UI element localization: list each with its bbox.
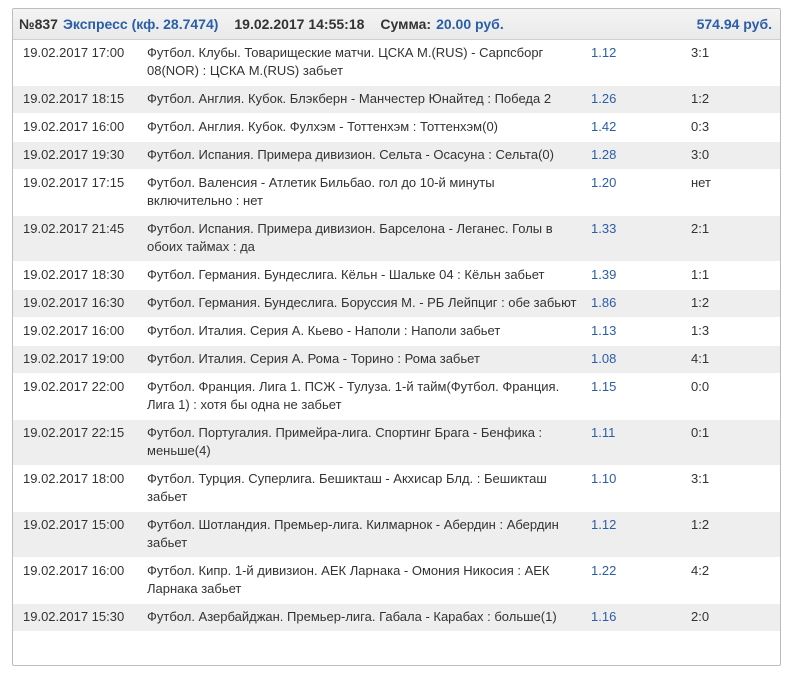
event-date: 19.02.2017 22:15 (23, 425, 125, 440)
event-description: Футбол. Англия. Кубок. Блэкберн - Манчес… (147, 91, 552, 106)
event-score: 3:1 (691, 471, 710, 486)
event-description: Футбол. Шотландия. Премьер-лига. Килмарн… (147, 517, 559, 550)
event-description: Футбол. Валенсия - Атлетик Бильбао. гол … (147, 175, 495, 208)
event-coefficient: 1.33 (591, 221, 617, 236)
event-date: 19.02.2017 18:30 (23, 267, 125, 282)
event-coefficient: 1.08 (591, 351, 617, 366)
event-score: нет (691, 175, 711, 190)
event-coefficient: 1.15 (591, 379, 617, 394)
table-row: 19.02.2017 17:15 Футбол. Валенсия - Атлет… (13, 170, 780, 216)
bet-win-amount: 574.94 руб. (696, 16, 772, 32)
event-score: 4:1 (691, 351, 710, 366)
table-row: 19.02.2017 16:00 Футбол. Италия. Серия А.… (13, 318, 780, 346)
event-score: 2:1 (691, 221, 710, 236)
table-row: 19.02.2017 22:00 Футбол. Франция. Лига 1.… (13, 374, 780, 420)
event-date: 19.02.2017 19:00 (23, 351, 125, 366)
event-description: Футбол. Турция. Суперлига. Бешикташ - Ак… (147, 471, 547, 504)
event-description: Футбол. Италия. Серия А. Кьево - Наполи … (147, 323, 501, 338)
event-score: 1:1 (691, 267, 710, 282)
table-row: 19.02.2017 16:00 Футбол. Англия. Кубок. Ф… (13, 114, 780, 142)
event-description: Футбол. Клубы. Товарищеские матчи. ЦСКА … (147, 45, 544, 78)
event-coefficient: 1.11 (591, 425, 616, 440)
event-date: 19.02.2017 17:00 (23, 45, 125, 60)
event-score: 1:2 (691, 91, 710, 106)
event-description: Футбол. Италия. Серия А. Рома - Торино :… (147, 351, 480, 366)
bet-type[interactable]: Экспресс (кф. 28.7474) (63, 16, 218, 32)
event-date: 19.02.2017 15:30 (23, 609, 125, 624)
event-description: Футбол. Франция. Лига 1. ПСЖ - Тулуза. 1… (147, 379, 560, 412)
event-score: 1:3 (691, 323, 710, 338)
table-row: 19.02.2017 18:00 Футбол. Турция. Суперлиг… (13, 466, 780, 512)
table-row: 19.02.2017 21:45 Футбол. Испания. Примера… (13, 216, 780, 262)
event-score: 3:1 (691, 45, 710, 60)
event-description: Футбол. Германия. Бундеслига. Кёльн - Ша… (147, 267, 545, 282)
event-coefficient: 1.28 (591, 147, 617, 162)
event-coefficient: 1.39 (591, 267, 617, 282)
bet-number: №837 (19, 16, 58, 32)
event-score: 2:0 (691, 609, 710, 624)
event-description: Футбол. Португалия. Примейра-лига. Спорт… (147, 425, 543, 458)
event-coefficient: 1.42 (591, 119, 617, 134)
bet-datetime: 19.02.2017 14:55:18 (234, 16, 365, 32)
bet-sum-value: 20.00 руб. (436, 16, 504, 32)
table-row: 19.02.2017 16:30 Футбол. Германия. Бундес… (13, 290, 780, 318)
event-date: 19.02.2017 16:30 (23, 295, 125, 310)
table-row: 19.02.2017 16:00 Футбол. Кипр. 1-й дивизи… (13, 558, 780, 604)
event-coefficient: 1.13 (591, 323, 617, 338)
table-row: 19.02.2017 17:00 Футбол. Клубы. Товарищес… (13, 40, 780, 86)
event-date: 19.02.2017 19:30 (23, 147, 125, 162)
event-coefficient: 1.20 (591, 175, 617, 190)
event-coefficient: 1.22 (591, 563, 617, 578)
bet-header: №837 Экспресс (кф. 28.7474) 19.02.2017 1… (13, 9, 780, 40)
event-date: 19.02.2017 15:00 (23, 517, 125, 532)
event-coefficient: 1.86 (591, 295, 617, 310)
event-description: Футбол. Испания. Примера дивизион. Барсе… (147, 221, 553, 254)
event-date: 19.02.2017 17:15 (23, 175, 125, 190)
event-coefficient: 1.12 (591, 517, 617, 532)
table-row: 19.02.2017 18:15 Футбол. Англия. Кубок. Б… (13, 86, 780, 114)
event-score: 0:1 (691, 425, 710, 440)
event-date: 19.02.2017 18:00 (23, 471, 125, 486)
event-score: 1:2 (691, 295, 710, 310)
event-score: 3:0 (691, 147, 710, 162)
event-coefficient: 1.10 (591, 471, 617, 486)
bet-events-list: 19.02.2017 17:00 Футбол. Клубы. Товарищес… (13, 40, 780, 632)
event-date: 19.02.2017 16:00 (23, 563, 125, 578)
table-row: 19.02.2017 22:15 Футбол. Португалия. Прим… (13, 420, 780, 466)
event-coefficient: 1.12 (591, 45, 617, 60)
event-date: 19.02.2017 16:00 (23, 323, 125, 338)
table-row: 19.02.2017 18:30 Футбол. Германия. Бундес… (13, 262, 780, 290)
event-coefficient: 1.26 (591, 91, 617, 106)
event-score: 4:2 (691, 563, 710, 578)
table-row: 19.02.2017 15:30 Футбол. Азербайджан. Пре… (13, 604, 780, 632)
event-date: 19.02.2017 22:00 (23, 379, 125, 394)
event-coefficient: 1.16 (591, 609, 617, 624)
bet-sum-label: Сумма: (380, 16, 432, 32)
event-date: 19.02.2017 18:15 (23, 91, 125, 106)
event-description: Футбол. Азербайджан. Премьер-лига. Габал… (147, 609, 557, 624)
event-description: Футбол. Кипр. 1-й дивизион. АЕК Ларнака … (147, 563, 550, 596)
event-date: 19.02.2017 21:45 (23, 221, 125, 236)
table-row: 19.02.2017 19:30 Футбол. Испания. Примера… (13, 142, 780, 170)
event-score: 0:0 (691, 379, 710, 394)
event-description: Футбол. Германия. Бундеслига. Боруссия М… (147, 295, 577, 310)
table-row: 19.02.2017 19:00 Футбол. Италия. Серия А.… (13, 346, 780, 374)
event-score: 1:2 (691, 517, 710, 532)
table-row: 19.02.2017 15:00 Футбол. Шотландия. Премь… (13, 512, 780, 558)
event-description: Футбол. Англия. Кубок. Фулхэм - Тоттенхэ… (147, 119, 499, 134)
event-score: 0:3 (691, 119, 710, 134)
event-description: Футбол. Испания. Примера дивизион. Сельт… (147, 147, 554, 162)
bet-panel: №837 Экспресс (кф. 28.7474) 19.02.2017 1… (12, 8, 781, 666)
event-date: 19.02.2017 16:00 (23, 119, 125, 134)
